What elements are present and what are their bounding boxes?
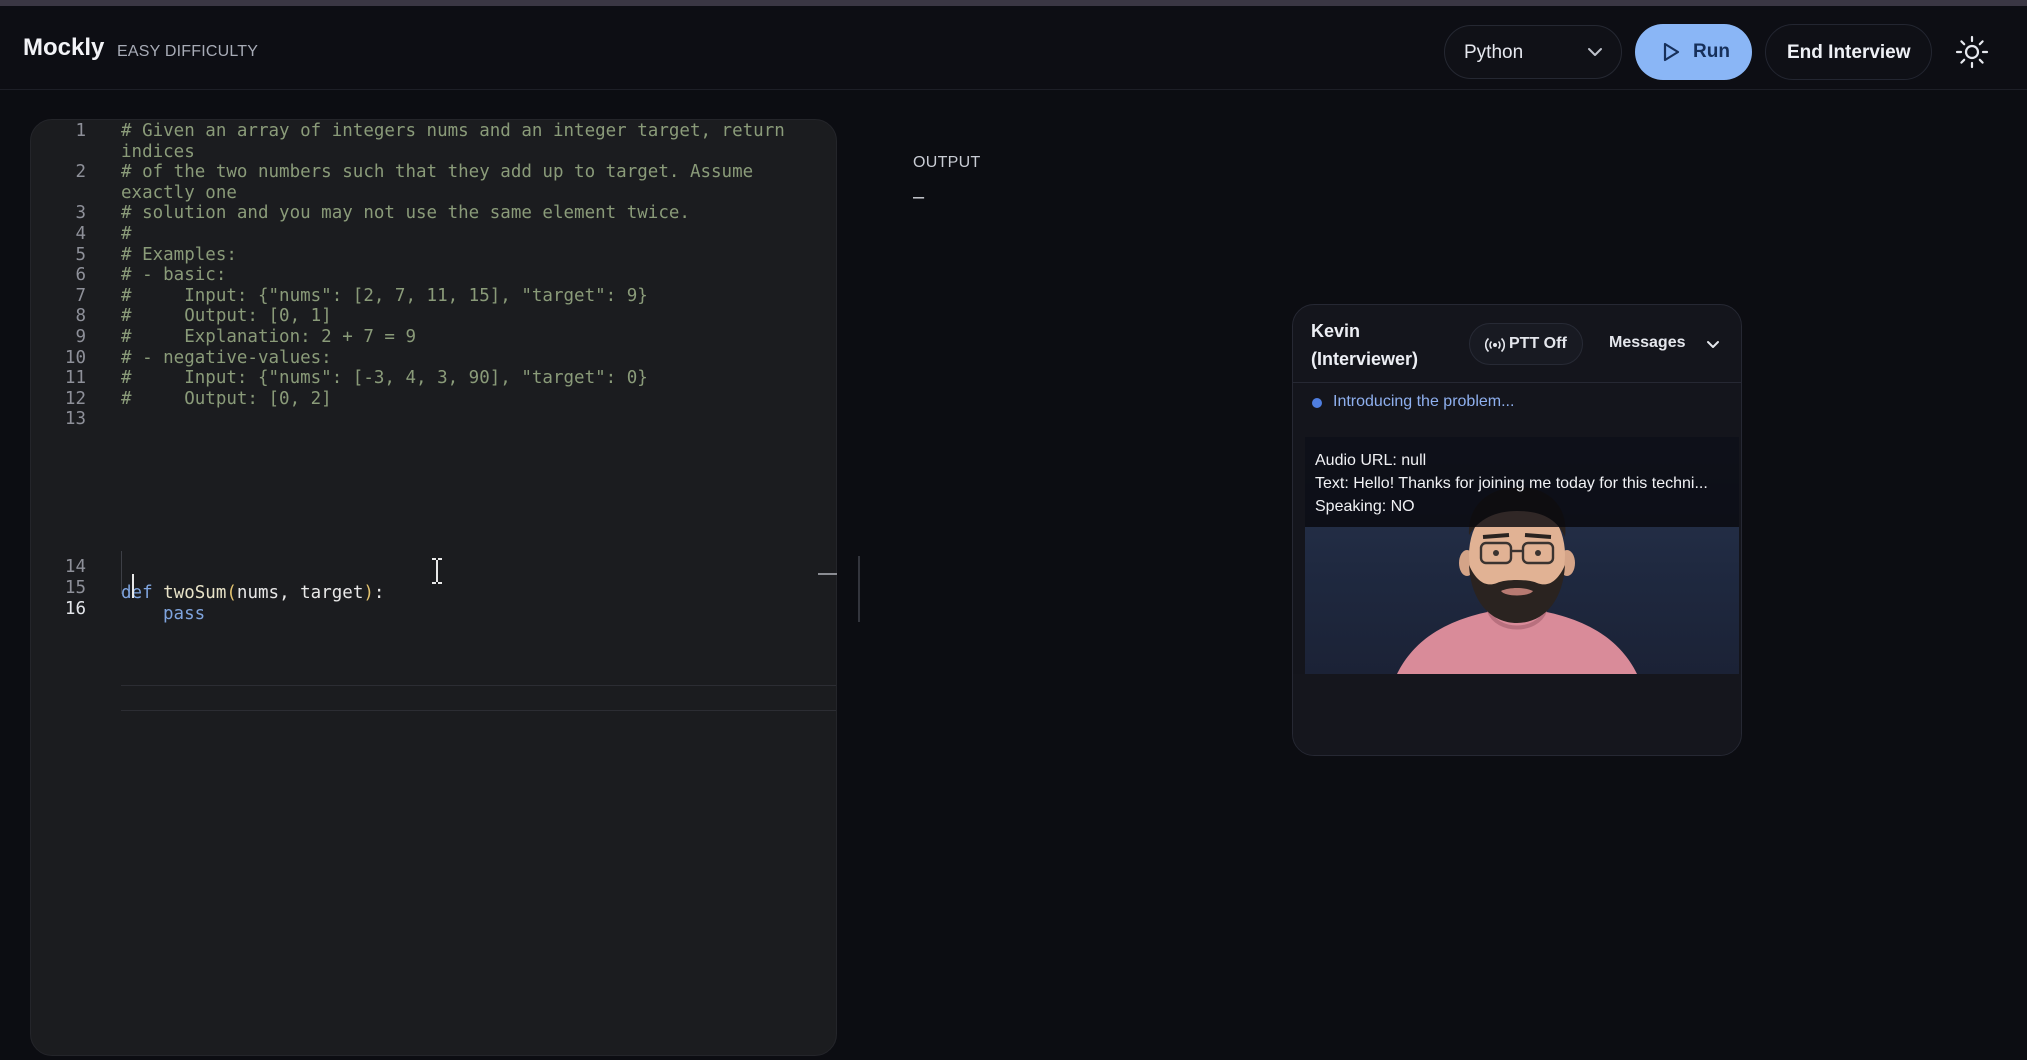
ptt-toggle-button[interactable]: PTT Off: [1469, 323, 1583, 365]
panel-resize-handle[interactable]: [858, 556, 860, 622]
debug-overlay: Audio URL: null Text: Hello! Thanks for …: [1305, 437, 1739, 527]
text-cursor-icon: [432, 558, 442, 584]
code-editor[interactable]: 1 # Given an array of integers nums and a…: [30, 119, 837, 1056]
ptt-label: PTT Off: [1509, 335, 1567, 352]
debug-audio-url: Audio URL: null: [1315, 452, 1427, 469]
interviewer-status: Introducing the problem...: [1333, 393, 1515, 410]
interviewer-name-first: Kevin: [1311, 321, 1361, 341]
status-indicator-dot: [1312, 398, 1322, 408]
difficulty-label: EASY DIFFICULTY: [117, 43, 259, 60]
chevron-down-icon: [1588, 48, 1602, 56]
end-interview-label: End Interview: [1787, 42, 1911, 63]
run-button[interactable]: Run: [1635, 24, 1752, 80]
keyword-pass: pass: [163, 604, 206, 624]
interviewer-name: Kevin (Interviewer): [1311, 317, 1418, 373]
end-interview-button[interactable]: End Interview: [1765, 24, 1932, 80]
indent-guide: [121, 572, 122, 594]
chevron-down-icon: [1707, 341, 1719, 348]
debug-speaking: Speaking: NO: [1315, 498, 1415, 515]
line-number: 13: [64, 409, 86, 430]
play-icon: [1663, 42, 1680, 62]
text-caret: [132, 574, 134, 598]
app-window: Mockly EASY DIFFICULTY Python Run End In…: [0, 0, 2027, 1060]
line-number: 16: [64, 599, 86, 619]
output-label: OUTPUT: [913, 154, 981, 171]
interviewer-card: Kevin (Interviewer) PTT Off Messages Int…: [1292, 304, 1742, 756]
messages-dropdown[interactable]: Messages: [1593, 323, 1723, 365]
interviewer-video: Audio URL: null Text: Hello! Thanks for …: [1305, 437, 1739, 674]
interviewer-role: (Interviewer): [1311, 349, 1419, 369]
brand-logo: Mockly: [23, 34, 105, 61]
card-footer: [1293, 674, 1741, 755]
output-value: –: [913, 186, 925, 208]
current-line-highlight: [121, 685, 836, 711]
language-selected-value: Python: [1464, 42, 1524, 63]
run-button-label: Run: [1693, 41, 1730, 62]
debug-text: Text: Hello! Thanks for joining me today…: [1315, 475, 1708, 492]
line-text: pass: [163, 601, 205, 627]
card-divider: [1293, 382, 1741, 383]
messages-label: Messages: [1609, 334, 1686, 351]
code-line: 13: [31, 406, 836, 432]
sun-icon[interactable]: [1955, 35, 1989, 69]
language-select[interactable]: Python: [1444, 25, 1622, 79]
scroll-marker: [818, 573, 837, 575]
broadcast-icon: [1485, 337, 1505, 353]
top-bar: Mockly EASY DIFFICULTY Python Run End In…: [0, 6, 2027, 90]
